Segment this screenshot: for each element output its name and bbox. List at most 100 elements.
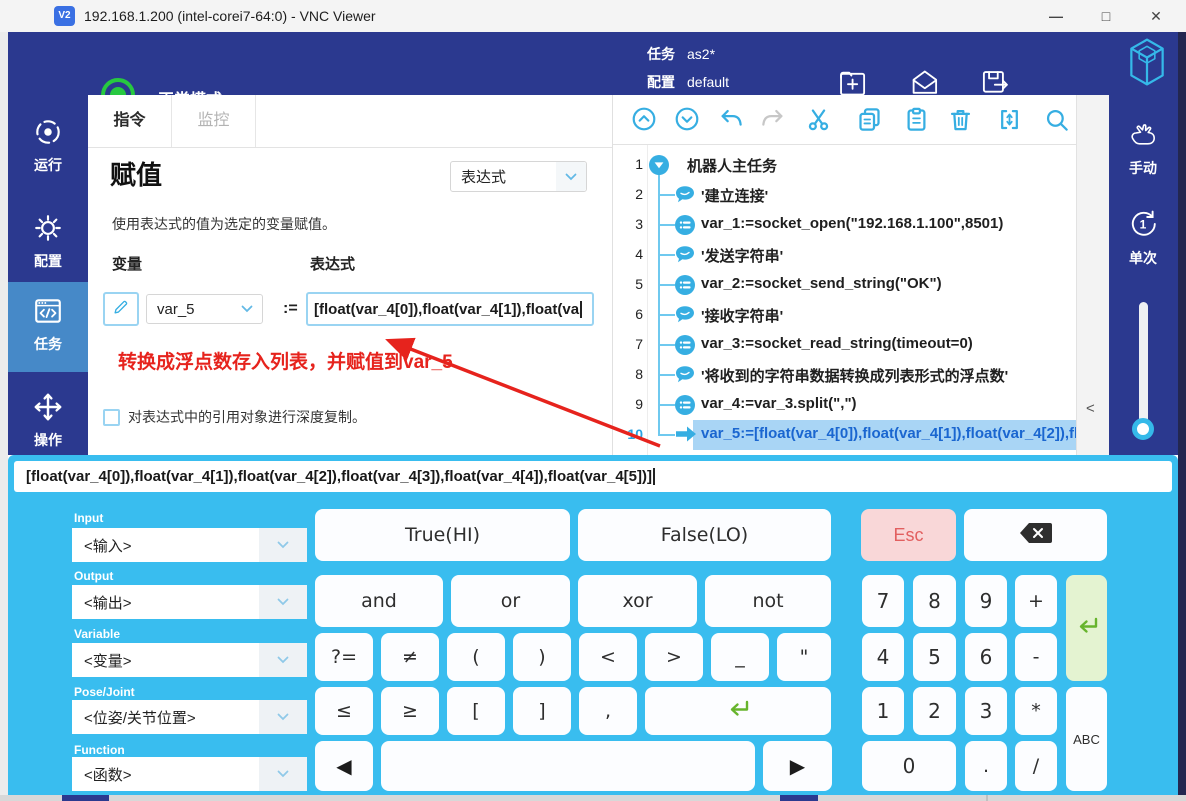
key-abc[interactable]: ABC [1066, 687, 1107, 791]
deep-copy-checkbox[interactable] [103, 409, 120, 426]
code-window-icon [33, 313, 63, 330]
tree-row-4[interactable]: 4'发送字符串' [613, 240, 1076, 270]
tree-row-8[interactable]: 8'将收到的字符串数据转换成列表形式的浮点数' [613, 360, 1076, 390]
line-number: 2 [613, 186, 643, 202]
key-enter_pad[interactable] [1066, 575, 1107, 681]
tree-row-10[interactable]: 10var_5:=[float(var_4[0]),float(var_4[1]… [613, 420, 1076, 450]
key-or[interactable]: or [451, 575, 570, 627]
key-dot[interactable]: . [965, 741, 1007, 791]
speed-slider-thumb[interactable] [1132, 418, 1154, 440]
key-gt[interactable]: > [645, 633, 703, 681]
key-esc[interactable]: Esc [861, 509, 956, 561]
assign-icon [675, 275, 695, 300]
chevron-down-icon [259, 585, 307, 619]
key-n0[interactable]: 0 [862, 741, 956, 791]
key-n6[interactable]: 6 [965, 633, 1007, 681]
key-rparen[interactable]: ) [513, 633, 571, 681]
key-n8[interactable]: 8 [913, 575, 956, 627]
selector-dropdown-input[interactable]: <输入> [72, 528, 307, 562]
tree-row-2[interactable]: 2'建立连接' [613, 180, 1076, 210]
key-and[interactable]: and [315, 575, 443, 627]
tree-row-6[interactable]: 6'接收字符串' [613, 300, 1076, 330]
tab-monitor[interactable]: 监控 [172, 95, 256, 147]
key-ge[interactable]: ≥ [381, 687, 439, 735]
key-n1[interactable]: 1 [862, 687, 904, 735]
selector-dropdown-variable[interactable]: <变量> [72, 643, 307, 677]
key-false_lo[interactable]: False(LO) [578, 509, 831, 561]
tree-row-1[interactable]: 1机器人主任务 [613, 150, 1076, 180]
sidebar-item-operate[interactable]: 操作 [8, 378, 88, 455]
key-xor[interactable]: xor [578, 575, 697, 627]
chevron-down-icon [232, 295, 262, 323]
key-enter_main[interactable] [645, 687, 831, 735]
key-lt[interactable]: < [579, 633, 637, 681]
window-close-button[interactable]: ✕ [1133, 0, 1179, 32]
window-maximize-button[interactable]: □ [1083, 0, 1129, 32]
panel-collapse-strip: < [1076, 95, 1109, 455]
key-true_hi[interactable]: True(HI) [315, 509, 570, 561]
key-n5[interactable]: 5 [913, 633, 956, 681]
svg-text:1: 1 [1140, 218, 1147, 232]
cut-icon[interactable] [805, 106, 833, 134]
variable-dropdown[interactable]: var_5 [146, 294, 263, 324]
bottom-app-sliver [0, 795, 1186, 801]
key-qeq[interactable]: ?= [315, 633, 373, 681]
key-lbracket[interactable]: [ [447, 687, 505, 735]
key-space[interactable] [381, 741, 755, 791]
key-rbracket[interactable]: ] [513, 687, 571, 735]
keyboard-expression-input[interactable]: [float(var_4[0]),float(var_4[1]),float(v… [14, 461, 1172, 492]
tree-row-7[interactable]: 7var_3:=socket_read_string(timeout=0) [613, 330, 1076, 360]
key-n9[interactable]: 9 [965, 575, 1007, 627]
key-star[interactable]: * [1015, 687, 1057, 735]
selector-dropdown-function[interactable]: <函数> [72, 757, 307, 791]
tree-row-5[interactable]: 5var_2:=socket_send_string("OK") [613, 270, 1076, 300]
selector-dropdown-pose-joint[interactable]: <位姿/关节位置> [72, 700, 307, 734]
key-n2[interactable]: 2 [913, 687, 956, 735]
insert-icon[interactable] [996, 106, 1024, 134]
collapse-panel-chevron[interactable]: < [1086, 400, 1095, 417]
key-plus[interactable]: + [1015, 575, 1057, 627]
key-n7[interactable]: 7 [862, 575, 904, 627]
mode-button-manual[interactable]: 手动 [1108, 121, 1178, 178]
circle-chevron-up-icon[interactable] [631, 106, 659, 134]
paste-icon[interactable] [903, 106, 931, 134]
window-titlebar: V2 192.168.1.200 (intel-corei7-64:0) - V… [0, 0, 1186, 32]
undo-icon[interactable] [717, 106, 745, 134]
key-left[interactable]: ◀ [315, 741, 373, 791]
key-minus[interactable]: - [1015, 633, 1057, 681]
sidebar-item-task[interactable]: 任务 [8, 282, 88, 372]
mode-button-single[interactable]: 1单次 [1108, 207, 1178, 268]
sidebar-item-config[interactable]: 配置 [8, 199, 88, 283]
key-n3[interactable]: 3 [965, 687, 1007, 735]
key-slash[interactable]: / [1015, 741, 1057, 791]
key-right[interactable]: ▶ [763, 741, 832, 791]
key-not[interactable]: not [705, 575, 831, 627]
line-number: 9 [613, 396, 643, 412]
key-lparen[interactable]: ( [447, 633, 505, 681]
key-le[interactable]: ≤ [315, 687, 373, 735]
config-label: 配置 [647, 74, 675, 90]
tab-instruction[interactable]: 指令 [88, 95, 172, 147]
expression-input[interactable]: [float(var_4[0]),float(var_4[1]),float(v… [306, 292, 594, 326]
tree-row-3[interactable]: 3var_1:=socket_open("192.168.1.100",8501… [613, 210, 1076, 240]
selector-dropdown-output[interactable]: <输出> [72, 585, 307, 619]
sidebar-item-run[interactable]: 运行 [8, 103, 88, 189]
tree-connector-stub [658, 314, 675, 316]
speed-slider-track[interactable] [1139, 302, 1148, 430]
trash-icon[interactable] [947, 106, 975, 134]
sidebar-item-label: 配置 [8, 251, 88, 271]
source-dropdown[interactable]: 表达式 [450, 161, 587, 192]
key-n4[interactable]: 4 [862, 633, 904, 681]
key-backspace[interactable] [964, 509, 1107, 561]
circle-chevron-down-icon[interactable] [674, 106, 702, 134]
tree-row-9[interactable]: 9var_4:=var_3.split(",") [613, 390, 1076, 420]
key-neq[interactable]: ≠ [381, 633, 439, 681]
expression-input-value: [float(var_4[0]),float(var_4[1]),float(v… [314, 301, 579, 318]
key-underscore[interactable]: _ [711, 633, 769, 681]
copy-icon[interactable] [856, 106, 884, 134]
key-comma[interactable]: , [579, 687, 637, 735]
edit-variable-button[interactable] [103, 292, 139, 326]
key-quote[interactable]: " [777, 633, 831, 681]
search-icon[interactable] [1043, 106, 1071, 134]
window-minimize-button[interactable]: — [1033, 0, 1079, 32]
